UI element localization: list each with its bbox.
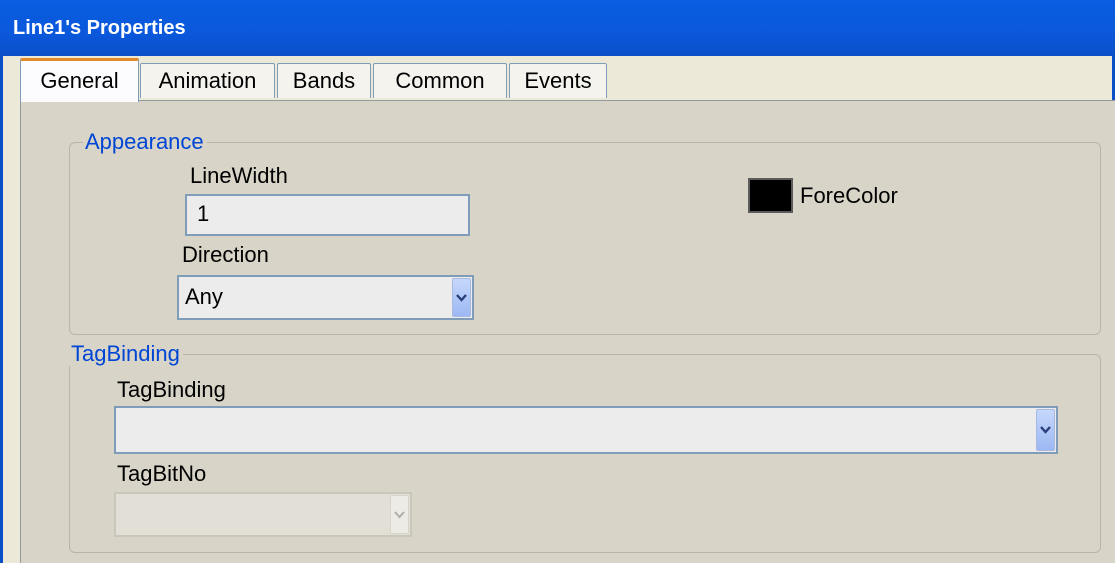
- tab-common[interactable]: Common: [373, 63, 507, 98]
- tag-binding-label: TagBinding: [117, 377, 226, 402]
- chevron-down-icon[interactable]: [452, 278, 471, 317]
- tab-general[interactable]: General: [20, 58, 139, 102]
- chevron-down-icon: [390, 495, 409, 534]
- tab-bands[interactable]: Bands: [277, 63, 371, 98]
- direction-label: Direction: [182, 242, 269, 267]
- window-title-bar[interactable]: Line1's Properties: [0, 0, 1115, 56]
- tab-events[interactable]: Events: [509, 63, 607, 98]
- fore-color-swatch[interactable]: [748, 178, 793, 213]
- fore-color-label: ForeColor: [800, 183, 898, 208]
- tag-bit-no-select[interactable]: [114, 492, 412, 537]
- chevron-down-icon[interactable]: [1036, 409, 1055, 451]
- tag-bit-no-label: TagBitNo: [117, 461, 207, 486]
- line-width-input[interactable]: 1: [185, 194, 470, 236]
- line-width-label: LineWidth: [190, 163, 288, 188]
- tab-animation[interactable]: Animation: [140, 63, 275, 98]
- appearance-legend: Appearance: [83, 130, 207, 154]
- window-title: Line1's Properties: [13, 17, 186, 39]
- direction-select-value: Any: [185, 284, 223, 309]
- tag-binding-legend: TagBinding: [69, 342, 183, 366]
- direction-select[interactable]: Any: [177, 275, 474, 320]
- tag-binding-select[interactable]: [114, 406, 1058, 454]
